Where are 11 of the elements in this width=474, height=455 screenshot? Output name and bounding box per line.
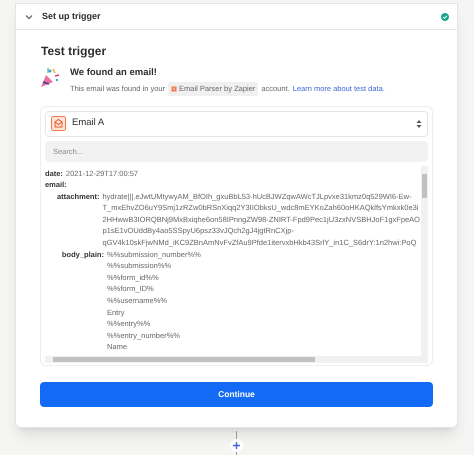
section-title: Test trigger xyxy=(41,43,108,60)
plus-icon xyxy=(232,441,241,450)
horizontal-scrollbar[interactable] xyxy=(45,356,428,362)
sort-arrows-icon xyxy=(416,118,422,128)
add-step-button[interactable] xyxy=(230,439,243,452)
record-dropdown[interactable]: Email A xyxy=(45,110,428,136)
found-heading: We found an email! xyxy=(70,66,158,80)
party-popper-icon xyxy=(40,67,60,89)
continue-button[interactable]: Continue xyxy=(40,382,433,406)
vertical-scrollbar[interactable] xyxy=(421,166,428,356)
step-title: Set up trigger xyxy=(42,10,101,23)
